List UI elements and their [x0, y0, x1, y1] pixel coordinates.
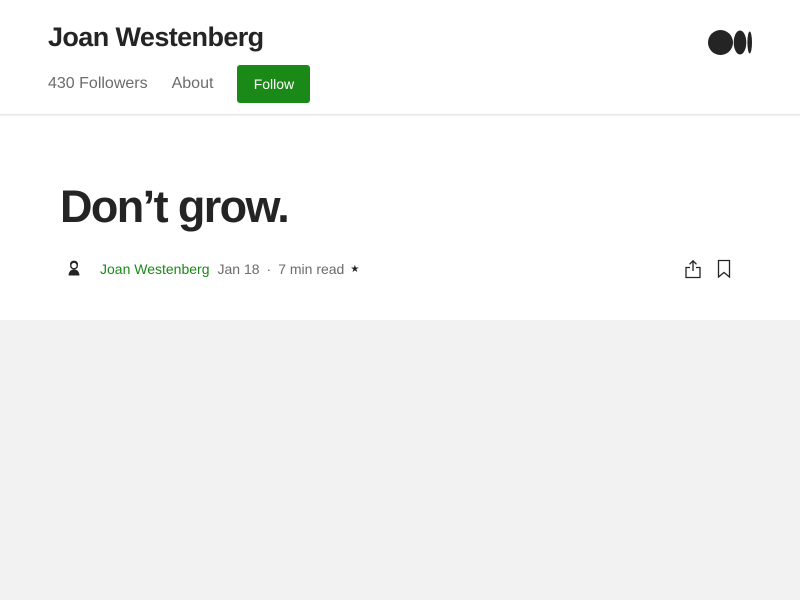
share-button[interactable]: [681, 257, 705, 281]
article-title: Don’t grow.: [60, 181, 290, 232]
top-header: Joan Westenberg 430 Followers About Foll…: [0, 0, 800, 115]
author-name-link[interactable]: Joan Westenberg: [48, 22, 264, 53]
byline-separator: ·: [266, 261, 272, 277]
avatar[interactable]: [60, 255, 88, 283]
followers-link[interactable]: 430 Followers: [48, 75, 148, 93]
share-icon: [685, 259, 701, 279]
publish-date: Jan 18: [217, 261, 260, 277]
byline: Joan Westenberg Jan 18 · 7 min read ★: [60, 255, 360, 283]
member-only-star-icon: ★: [350, 263, 360, 275]
bookmark-icon: [717, 259, 731, 279]
article-body-placeholder: [0, 320, 800, 600]
bookmark-button[interactable]: [712, 257, 736, 281]
article-actions: [681, 257, 736, 281]
follow-button[interactable]: Follow: [237, 65, 311, 103]
about-link[interactable]: About: [172, 75, 214, 93]
read-time: 7 min read: [278, 261, 345, 277]
byline-author-link[interactable]: Joan Westenberg: [100, 261, 209, 277]
header-nav: 430 Followers About Follow: [48, 65, 311, 103]
article-header: Don’t grow. Joan Westenberg Jan 18 · 7 m…: [0, 116, 800, 320]
medium-logo-icon[interactable]: [708, 30, 752, 55]
